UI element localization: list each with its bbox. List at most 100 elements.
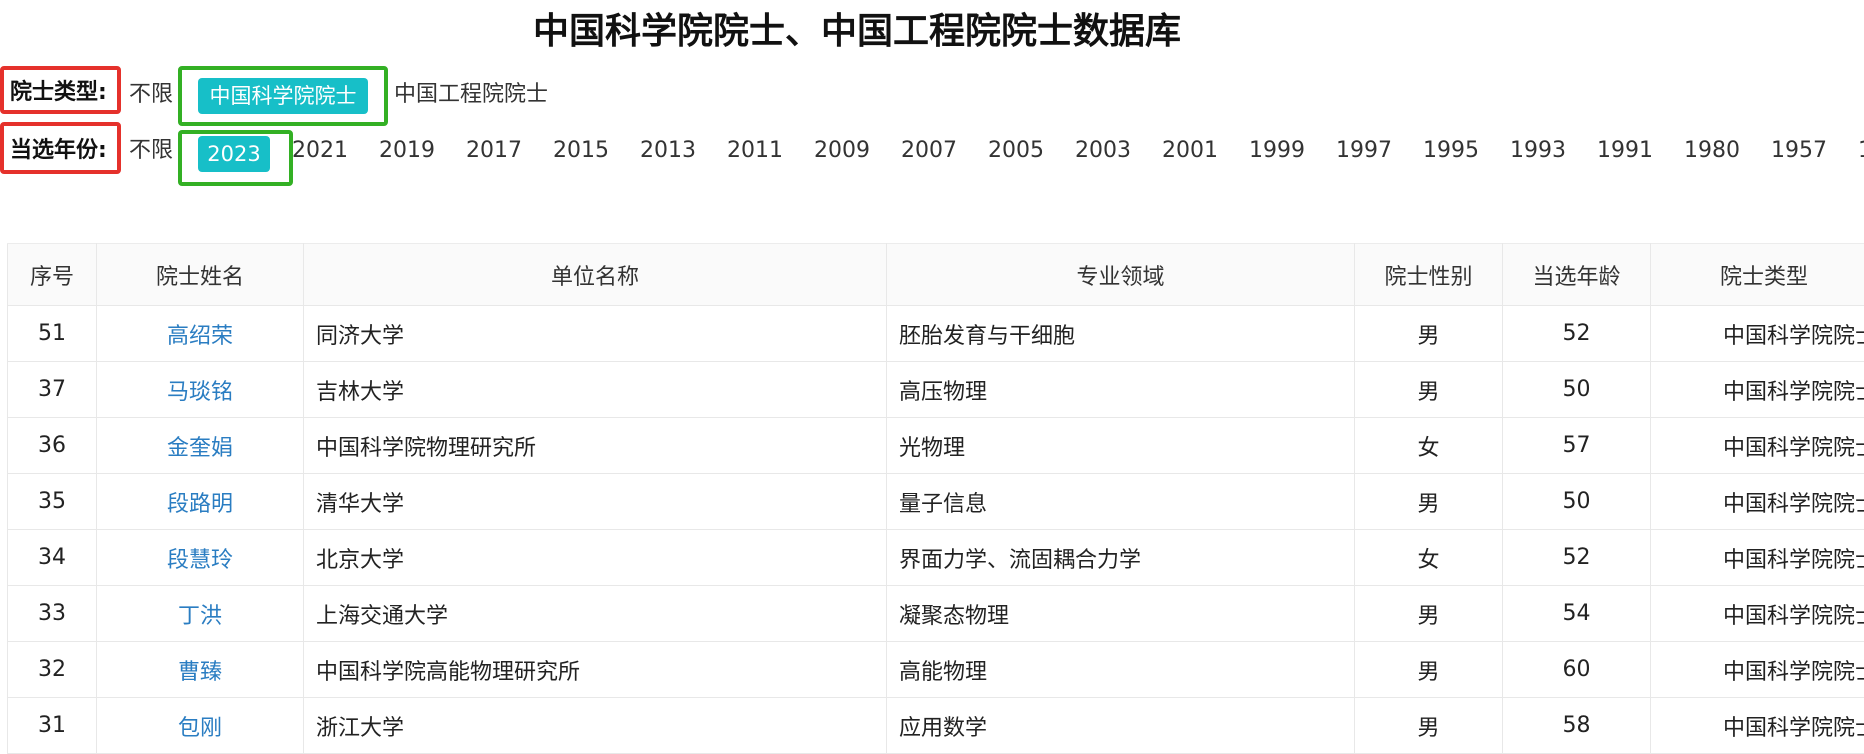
year-option[interactable]: 2019 (379, 128, 435, 174)
year-option[interactable]: 2013 (640, 128, 696, 174)
cell-gender: 男 (1355, 698, 1503, 754)
cell-index: 36 (8, 418, 97, 474)
cell-unit: 北京大学 (304, 530, 887, 586)
table-row: 36金奎娟中国科学院物理研究所光物理女57中国科学院院士 (8, 418, 1864, 474)
cell-field: 界面力学、流固耦合力学 (887, 530, 1355, 586)
cell-gender: 男 (1355, 586, 1503, 642)
cell-age: 58 (1503, 698, 1651, 754)
cell-unit: 清华大学 (304, 474, 887, 530)
table-row: 35段路明清华大学量子信息男50中国科学院院士 (8, 474, 1864, 530)
cell-age: 50 (1503, 474, 1651, 530)
cell-type: 中国科学院院士 (1651, 474, 1864, 530)
year-option[interactable]: 1999 (1249, 128, 1305, 174)
academician-name-link[interactable]: 包刚 (97, 698, 304, 754)
filter-year-all[interactable]: 不限 (129, 128, 173, 174)
cell-unit: 中国科学院物理研究所 (304, 418, 887, 474)
year-option[interactable]: 2001 (1162, 128, 1218, 174)
year-option[interactable]: 2021 (292, 128, 348, 174)
header-gender[interactable]: 院士性别 (1355, 244, 1503, 306)
year-option[interactable]: 1997 (1336, 128, 1392, 174)
cell-index: 32 (8, 642, 97, 698)
cell-type: 中国科学院院士 (1651, 586, 1864, 642)
cell-field: 应用数学 (887, 698, 1355, 754)
cell-age: 52 (1503, 306, 1651, 362)
header-unit[interactable]: 单位名称 (304, 244, 887, 306)
header-name[interactable]: 院士姓名 (97, 244, 304, 306)
cell-age: 60 (1503, 642, 1651, 698)
table-row: 33丁洪上海交通大学凝聚态物理男54中国科学院院士 (8, 586, 1864, 642)
cell-unit: 浙江大学 (304, 698, 887, 754)
year-option[interactable]: 1993 (1510, 128, 1566, 174)
header-type[interactable]: 院士类型 (1651, 244, 1864, 306)
cell-field: 高压物理 (887, 362, 1355, 418)
year-option[interactable]: 2009 (814, 128, 870, 174)
header-age[interactable]: 当选年龄 (1503, 244, 1651, 306)
year-option[interactable]: 2005 (988, 128, 1044, 174)
year-option[interactable]: 1980 (1684, 128, 1740, 174)
year-option[interactable]: 1955 (1858, 128, 1864, 174)
cell-gender: 男 (1355, 474, 1503, 530)
cell-age: 52 (1503, 530, 1651, 586)
table-header-row: 序号 院士姓名 单位名称 专业领域 院士性别 当选年龄 院士类型 (8, 244, 1864, 306)
cell-type: 中国科学院院士 (1651, 642, 1864, 698)
table-row: 34段慧玲北京大学界面力学、流固耦合力学女52中国科学院院士 (8, 530, 1864, 586)
cell-type: 中国科学院院士 (1651, 698, 1864, 754)
cell-index: 51 (8, 306, 97, 362)
cell-field: 量子信息 (887, 474, 1355, 530)
academician-name-link[interactable]: 高绍荣 (97, 306, 304, 362)
table-row: 37马琰铭吉林大学高压物理男50中国科学院院士 (8, 362, 1864, 418)
cell-unit: 同济大学 (304, 306, 887, 362)
cell-unit: 上海交通大学 (304, 586, 887, 642)
year-option[interactable]: 2017 (466, 128, 522, 174)
cell-field: 胚胎发育与干细胞 (887, 306, 1355, 362)
cell-type: 中国科学院院士 (1651, 306, 1864, 362)
cell-type: 中国科学院院士 (1651, 530, 1864, 586)
cell-gender: 男 (1355, 306, 1503, 362)
year-option[interactable]: 1995 (1423, 128, 1479, 174)
academician-name-link[interactable]: 段路明 (97, 474, 304, 530)
cell-index: 31 (8, 698, 97, 754)
cell-gender: 女 (1355, 530, 1503, 586)
header-field[interactable]: 专业领域 (887, 244, 1355, 306)
cell-age: 57 (1503, 418, 1651, 474)
cell-unit: 中国科学院高能物理研究所 (304, 642, 887, 698)
cell-index: 35 (8, 474, 97, 530)
cell-gender: 女 (1355, 418, 1503, 474)
cell-age: 54 (1503, 586, 1651, 642)
cell-index: 34 (8, 530, 97, 586)
academician-name-link[interactable]: 丁洪 (97, 586, 304, 642)
cell-index: 37 (8, 362, 97, 418)
cell-field: 高能物理 (887, 642, 1355, 698)
year-option[interactable]: 1957 (1771, 128, 1827, 174)
header-index[interactable]: 序号 (8, 244, 97, 306)
page-title: 中国科学院院士、中国工程院院士数据库 (0, 6, 1714, 58)
filter-type-all[interactable]: 不限 (129, 72, 173, 118)
filter-year-selected[interactable]: 2023 (198, 136, 270, 172)
academician-name-link[interactable]: 金奎娟 (97, 418, 304, 474)
year-option[interactable]: 2011 (727, 128, 783, 174)
filter-type-selected[interactable]: 中国科学院院士 (198, 78, 368, 114)
table-row: 31包刚浙江大学应用数学男58中国科学院院士 (8, 698, 1864, 754)
cell-type: 中国科学院院士 (1651, 362, 1864, 418)
year-option[interactable]: 1991 (1597, 128, 1653, 174)
cell-gender: 男 (1355, 362, 1503, 418)
year-options: 2021 2019 2017 2015 2013 2011 2009 2007 2005 2003… (292, 128, 1864, 174)
cell-field: 凝聚态物理 (887, 586, 1355, 642)
cell-index: 33 (8, 586, 97, 642)
academician-name-link[interactable]: 曹臻 (97, 642, 304, 698)
academician-table: 序号 院士姓名 单位名称 专业领域 院士性别 当选年龄 院士类型 51高绍荣同济… (7, 243, 1864, 754)
filter-type-other[interactable]: 中国工程院院士 (394, 72, 548, 118)
filter-year-label: 当选年份: (0, 122, 121, 174)
cell-age: 50 (1503, 362, 1651, 418)
table-row: 32曹臻中国科学院高能物理研究所高能物理男60中国科学院院士 (8, 642, 1864, 698)
cell-unit: 吉林大学 (304, 362, 887, 418)
cell-type: 中国科学院院士 (1651, 418, 1864, 474)
year-option[interactable]: 2007 (901, 128, 957, 174)
year-option[interactable]: 2015 (553, 128, 609, 174)
academician-name-link[interactable]: 马琰铭 (97, 362, 304, 418)
table-row: 51高绍荣同济大学胚胎发育与干细胞男52中国科学院院士 (8, 306, 1864, 362)
year-option[interactable]: 2003 (1075, 128, 1131, 174)
cell-field: 光物理 (887, 418, 1355, 474)
academician-name-link[interactable]: 段慧玲 (97, 530, 304, 586)
cell-gender: 男 (1355, 642, 1503, 698)
